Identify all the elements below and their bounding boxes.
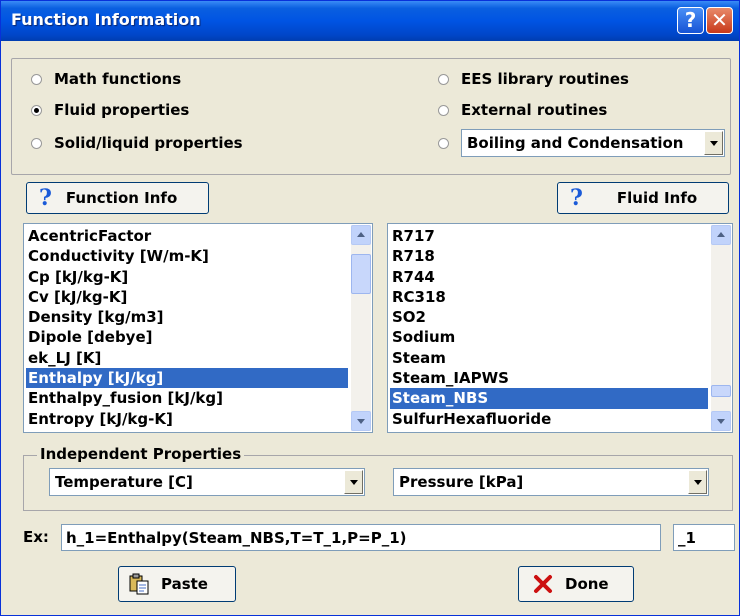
paste-label: Paste	[161, 575, 208, 593]
list-item[interactable]: AcentricFactor	[26, 226, 348, 246]
done-button[interactable]: Done	[518, 566, 634, 602]
radio-ees-library-routines[interactable]: EES library routines	[438, 68, 629, 90]
function-info-button[interactable]: ? Function Info	[26, 182, 209, 214]
list-item[interactable]: Density [kg/m3]	[26, 307, 348, 327]
list-item[interactable]: Entropy [kJ/kg-K]	[26, 409, 348, 429]
suffix-value: _1	[678, 529, 696, 547]
functions-list: AcentricFactor Conductivity [W/m-K] Cp […	[26, 226, 348, 429]
question-icon: ?	[39, 185, 52, 211]
list-item[interactable]: Steam_IAPWS	[390, 368, 708, 388]
list-item[interactable]: Steam	[390, 348, 708, 368]
list-item-selected[interactable]: Enthalpy [kJ/kg]	[26, 368, 348, 389]
list-item[interactable]: Cp [kJ/kg-K]	[26, 267, 348, 287]
list-item[interactable]: R717	[390, 226, 708, 246]
scroll-thumb[interactable]	[351, 254, 371, 294]
radio-solid-liquid-properties[interactable]: Solid/liquid properties	[31, 132, 243, 154]
radio-label: EES library routines	[461, 70, 629, 88]
list-item[interactable]: ek_LJ [K]	[26, 348, 348, 368]
first-property-select[interactable]: Temperature [C]	[49, 468, 365, 496]
list-item[interactable]: RC318	[390, 287, 708, 307]
fluids-scrollbar[interactable]	[711, 225, 731, 431]
list-item[interactable]: Cv [kJ/kg-K]	[26, 287, 348, 307]
second-property-select[interactable]: Pressure [kPa]	[393, 468, 709, 496]
second-property-value: Pressure [kPa]	[399, 473, 524, 491]
scroll-up-icon[interactable]	[351, 225, 371, 245]
radio-indicator	[438, 73, 449, 85]
function-info-label: Function Info	[65, 189, 178, 207]
fluid-info-label: Fluid Info	[616, 189, 698, 207]
radio-external-routines[interactable]: External routines	[438, 99, 607, 121]
example-value: h_1=Enthalpy(Steam_NBS,T=T_1,P=P_1)	[66, 529, 407, 547]
suffix-field[interactable]: _1	[673, 524, 735, 551]
radio-indicator	[31, 137, 42, 149]
radio-label: Math functions	[54, 70, 182, 88]
library-category-value: Boiling and Condensation	[467, 134, 684, 152]
library-category-select[interactable]: Boiling and Condensation	[461, 129, 725, 157]
list-item[interactable]: Conductivity [W/m-K]	[26, 246, 348, 266]
chevron-down-icon[interactable]	[688, 470, 707, 494]
first-property-value: Temperature [C]	[55, 473, 193, 491]
fluid-info-button[interactable]: ? Fluid Info	[557, 182, 729, 214]
radio-indicator	[31, 73, 42, 85]
independent-properties-label: Independent Properties	[37, 445, 245, 463]
chevron-down-icon[interactable]	[344, 470, 363, 494]
example-field[interactable]: h_1=Enthalpy(Steam_NBS,T=T_1,P=P_1)	[61, 524, 661, 551]
done-label: Done	[565, 575, 609, 593]
scroll-up-icon[interactable]	[711, 225, 731, 245]
radio-label: External routines	[461, 101, 608, 119]
list-item[interactable]: Dipole [debye]	[26, 327, 348, 347]
list-item[interactable]: Sodium	[390, 327, 708, 347]
help-icon: ?	[684, 8, 697, 32]
close-icon: ✕	[711, 8, 728, 32]
list-item[interactable]: SO2	[390, 307, 708, 327]
radio-label: Fluid properties	[54, 101, 190, 119]
scroll-down-icon[interactable]	[351, 411, 371, 431]
title-bar[interactable]: Function Information ? ✕	[1, 1, 739, 41]
function-information-dialog: Function Information ? ✕ Math functions …	[0, 0, 740, 616]
radio-fluid-properties[interactable]: Fluid properties	[31, 99, 189, 121]
list-item[interactable]: R718	[390, 246, 708, 266]
radio-indicator-selected	[31, 104, 42, 116]
functions-listbox[interactable]: AcentricFactor Conductivity [W/m-K] Cp […	[23, 223, 373, 433]
functions-scrollbar[interactable]	[351, 225, 371, 431]
scroll-down-icon[interactable]	[711, 411, 731, 431]
window-title: Function Information	[11, 10, 201, 29]
paste-button[interactable]: Paste	[118, 566, 236, 602]
example-label: Ex:	[23, 528, 49, 546]
help-button[interactable]: ?	[677, 7, 704, 34]
radio-math-functions[interactable]: Math functions	[31, 68, 181, 90]
fluids-list: R717 R718 R744 RC318 SO2 Sodium Steam St…	[390, 226, 708, 429]
question-icon: ?	[570, 185, 583, 211]
list-item[interactable]: Enthalpy_fusion [kJ/kg]	[26, 388, 348, 408]
list-item[interactable]: R744	[390, 267, 708, 287]
radio-label: Solid/liquid properties	[54, 134, 243, 152]
list-item[interactable]: SulfurHexafluoride	[390, 409, 708, 429]
fluids-listbox[interactable]: R717 R718 R744 RC318 SO2 Sodium Steam St…	[387, 223, 733, 433]
scroll-thumb[interactable]	[711, 385, 731, 397]
radio-library-category[interactable]	[438, 132, 461, 154]
x-icon	[534, 575, 552, 593]
chevron-down-icon[interactable]	[704, 131, 723, 155]
list-item-selected[interactable]: Steam_NBS	[390, 388, 708, 409]
paste-icon	[129, 573, 149, 595]
radio-indicator	[438, 104, 449, 116]
close-button[interactable]: ✕	[706, 7, 733, 34]
radio-indicator	[438, 137, 449, 149]
